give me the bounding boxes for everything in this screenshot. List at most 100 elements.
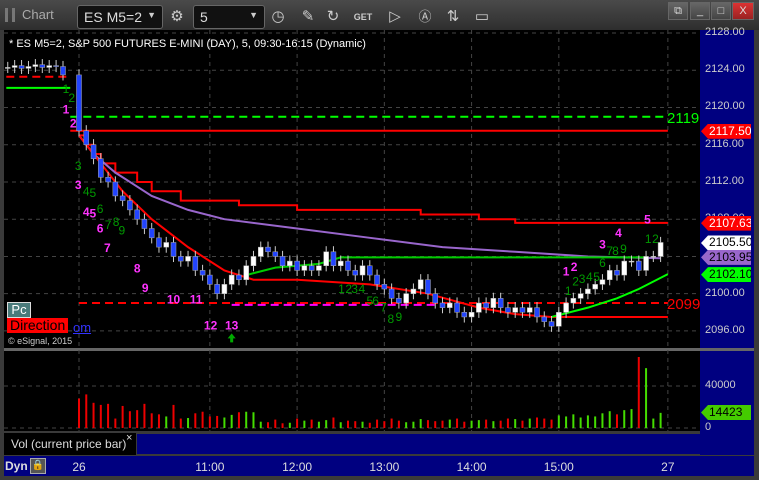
candle	[105, 177, 111, 183]
count-label: 5	[89, 207, 96, 221]
count-label: 4	[586, 270, 593, 284]
candle	[577, 293, 584, 299]
volume-tick-0: 0	[705, 421, 712, 433]
price-tick-label: 2116.00	[705, 137, 744, 150]
count-label: 3	[351, 282, 358, 296]
candle	[526, 307, 533, 313]
count-label: 2	[571, 260, 578, 274]
candle	[505, 307, 511, 313]
om-link[interactable]: om	[73, 320, 91, 335]
candle	[483, 302, 489, 308]
candle	[454, 302, 460, 313]
time-tick-label: 12:00	[282, 460, 313, 474]
candle	[345, 260, 351, 271]
volume-pane-label: Vol (current price bar)	[4, 433, 136, 455]
candle	[519, 307, 526, 313]
time-tick-label: 26	[72, 460, 86, 474]
candle	[178, 256, 184, 262]
candle	[381, 284, 388, 290]
candle	[258, 246, 264, 257]
price-tag: 2105.50	[701, 235, 751, 251]
price-tick-label: 2128.00	[705, 26, 745, 38]
count-label: 6	[599, 256, 606, 270]
candle	[476, 302, 482, 313]
time-tick-label: 27	[661, 460, 675, 474]
candle	[447, 302, 453, 308]
candle	[112, 181, 119, 197]
candle	[468, 312, 475, 318]
price-tag: 2117.50	[701, 123, 751, 139]
candle	[192, 256, 199, 271]
count-label: 13	[225, 318, 239, 332]
count-label: 3	[75, 159, 82, 173]
count-label: 9	[119, 223, 126, 237]
count-label: 1	[338, 282, 345, 296]
price-tick-label: 2100.00	[705, 286, 745, 299]
count-label: 3	[75, 178, 82, 192]
candle	[439, 302, 446, 308]
lock-icon[interactable]: 🔒	[30, 458, 46, 474]
candle	[585, 288, 591, 294]
candle	[425, 279, 431, 294]
candle	[221, 284, 228, 294]
candle	[148, 228, 155, 239]
candle	[556, 312, 562, 327]
price-tick-label: 2112.00	[705, 174, 744, 187]
premarket-candle	[46, 65, 52, 68]
candle	[636, 260, 642, 271]
count-label: 11	[190, 292, 203, 306]
candle	[330, 251, 337, 267]
count-label: 4	[358, 282, 365, 296]
time-tick-label: 15:00	[543, 460, 574, 474]
candle	[199, 270, 206, 276]
pc-button[interactable]: Pc	[7, 302, 31, 318]
candle	[236, 274, 242, 280]
candle	[228, 274, 235, 285]
count-label: 7	[104, 241, 111, 255]
candle	[512, 307, 518, 313]
premarket-candle	[39, 64, 46, 68]
candle	[323, 251, 329, 267]
premarket-candle	[60, 66, 66, 76]
candle	[337, 260, 344, 267]
volume-axis	[700, 351, 754, 455]
time-tick-label: 14:00	[456, 460, 487, 474]
candle	[170, 242, 177, 257]
candle	[541, 316, 548, 322]
premarket-candle	[32, 64, 39, 67]
candle	[90, 144, 97, 159]
candle	[265, 246, 271, 253]
candle	[417, 279, 424, 290]
candle	[279, 256, 286, 267]
candle	[410, 288, 417, 294]
premarket-candle	[11, 65, 18, 68]
candle	[127, 200, 133, 211]
candle	[185, 256, 191, 262]
candle	[163, 242, 169, 248]
count-label: 9	[396, 310, 403, 324]
candle	[592, 284, 598, 290]
count-label: 2	[70, 116, 77, 130]
price-chart[interactable]: 211920991234 5678910 1112 131 23451234 567 891…	[0, 0, 759, 480]
candle	[374, 274, 380, 285]
price-tick-label: 2120.00	[705, 100, 745, 113]
count-label: 10	[167, 292, 181, 306]
count-label: 1	[565, 284, 572, 298]
close-volume-icon[interactable]: ×	[126, 432, 132, 444]
count-label: 2	[652, 232, 659, 246]
candle	[461, 312, 468, 318]
candle	[534, 307, 540, 318]
candle	[548, 321, 555, 327]
candle	[294, 260, 300, 271]
candle	[403, 293, 409, 304]
count-label: 1	[645, 232, 652, 246]
candle	[83, 130, 90, 145]
candle	[301, 265, 308, 271]
count-label: 3	[579, 272, 586, 286]
direction-label: Direction	[7, 318, 69, 333]
candle	[250, 256, 257, 267]
premarket-candle	[53, 65, 59, 67]
count-label: 5	[644, 212, 651, 226]
count-label: 6	[97, 222, 104, 236]
candle	[308, 265, 315, 271]
